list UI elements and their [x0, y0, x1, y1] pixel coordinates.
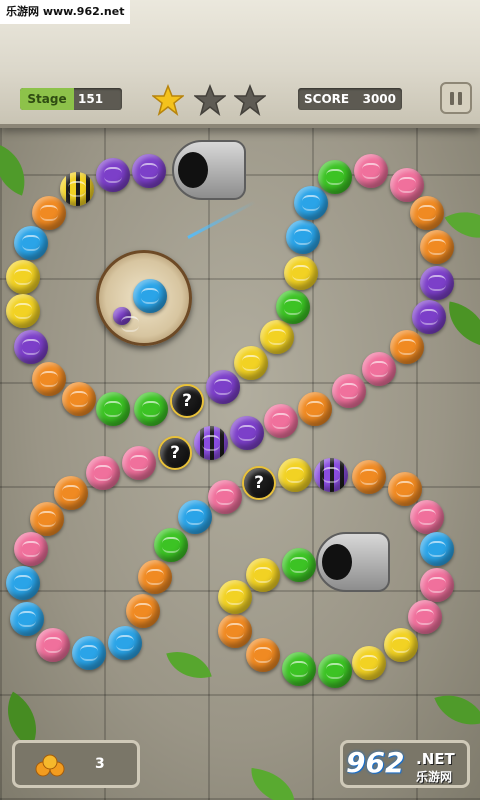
ball-end-hole-bottom [316, 532, 390, 592]
orange-ball [32, 196, 66, 230]
green-ball [134, 392, 168, 426]
orange-ball [138, 560, 172, 594]
yellow-ball [260, 320, 294, 354]
stage-value: 151 [78, 92, 104, 106]
mystery-ball: ? [158, 436, 192, 470]
blue-ball [14, 226, 48, 260]
blue-ball [6, 566, 40, 600]
green-ball [318, 654, 352, 688]
orange-ball [30, 502, 64, 536]
blue-ball [178, 500, 212, 534]
pink-ball [14, 532, 48, 566]
orange-ball [298, 392, 332, 426]
striped-bomb-ball [314, 458, 348, 492]
purple-ball [412, 300, 446, 334]
yellow-ball [278, 458, 312, 492]
pink-ball [354, 154, 388, 188]
score-value: 3000 [362, 92, 396, 106]
powerup-panel[interactable]: 3 [12, 740, 140, 788]
coin-pile-icon [35, 754, 65, 777]
ball-end-hole-top [172, 140, 246, 200]
powerup-count: 3 [95, 756, 105, 772]
purple-ball [96, 158, 130, 192]
pause-icon [450, 92, 454, 105]
purple-ball [206, 370, 240, 404]
green-ball [282, 652, 316, 686]
blue-ball [286, 220, 320, 254]
yellow-ball [384, 628, 418, 662]
yellow-ball [234, 346, 268, 380]
orange-ball [218, 614, 252, 648]
logo-chinese: 乐游网 [416, 770, 453, 784]
orange-ball [54, 476, 88, 510]
site-logo: 962 .NET 乐游网 [346, 746, 472, 788]
blue-ball [10, 602, 44, 636]
game-stage[interactable]: 乐游网 www.962.net Stage 151 SCORE 3000 ??? [0, 0, 480, 800]
pink-ball [408, 600, 442, 634]
yellow-ball [284, 256, 318, 290]
green-ball [318, 160, 352, 194]
purple-ball [230, 416, 264, 450]
stage-label: Stage [20, 88, 74, 110]
mystery-ball: ? [242, 466, 276, 500]
frog-shooter[interactable] [96, 250, 192, 346]
pink-ball [410, 500, 444, 534]
orange-ball [32, 362, 66, 396]
watermark: 乐游网 www.962.net [0, 0, 131, 24]
orange-ball [420, 230, 454, 264]
orange-ball [62, 382, 96, 416]
shooter-next-ball [113, 307, 139, 332]
star-icon-filled [152, 84, 184, 116]
orange-ball [246, 638, 280, 672]
pause-button[interactable] [440, 82, 472, 114]
green-ball [282, 548, 316, 582]
pink-ball [362, 352, 396, 386]
logo-suffix: .NET [416, 750, 455, 768]
logo-number: 962 [346, 746, 405, 779]
pause-icon [458, 92, 462, 105]
score-panel: SCORE 3000 [298, 88, 402, 110]
pink-ball [420, 568, 454, 602]
star-icon-empty [234, 84, 266, 116]
green-ball [154, 528, 188, 562]
stage-panel: Stage 151 [20, 88, 122, 110]
stone-floor [0, 118, 480, 800]
purple-ball [14, 330, 48, 364]
yellow-ball [246, 558, 280, 592]
blue-ball [420, 532, 454, 566]
shooter-current-ball [133, 279, 167, 313]
yellow-ball [6, 294, 40, 328]
blue-ball [108, 626, 142, 660]
pink-ball [332, 374, 366, 408]
orange-ball [388, 472, 422, 506]
purple-ball [132, 154, 166, 188]
blue-ball [294, 186, 328, 220]
green-ball [96, 392, 130, 426]
orange-ball [352, 460, 386, 494]
pink-ball [264, 404, 298, 438]
striped-bomb-ball [194, 426, 228, 460]
yellow-ball [6, 260, 40, 294]
orange-ball [126, 594, 160, 628]
orange-ball [390, 330, 424, 364]
pink-ball [122, 446, 156, 480]
yellow-ball [352, 646, 386, 680]
mystery-ball: ? [170, 384, 204, 418]
pink-ball [86, 456, 120, 490]
pink-ball [36, 628, 70, 662]
purple-ball [420, 266, 454, 300]
star-icon-empty [194, 84, 226, 116]
blue-ball [72, 636, 106, 670]
yellow-ball [218, 580, 252, 614]
orange-ball [410, 196, 444, 230]
score-label: SCORE [304, 92, 350, 106]
pink-ball [208, 480, 242, 514]
striped-bomb-ball [60, 172, 94, 206]
green-ball [276, 290, 310, 324]
